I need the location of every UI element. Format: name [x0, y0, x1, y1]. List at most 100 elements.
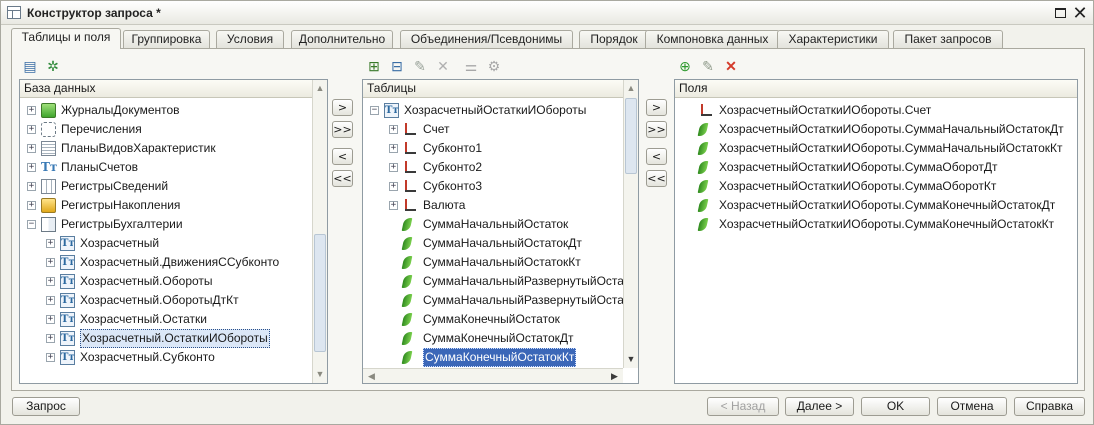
- expand-icon[interactable]: +: [46, 334, 55, 343]
- field-list-item[interactable]: ХозрасчетныйОстаткиИОбороты.СуммаНачальн…: [675, 139, 1075, 158]
- expand-icon[interactable]: +: [389, 182, 398, 191]
- help-button[interactable]: Справка: [1014, 397, 1085, 416]
- expand-icon[interactable]: +: [389, 125, 398, 134]
- database-tree-item[interactable]: + РегистрыНакопления: [20, 196, 312, 215]
- tab-characteristics[interactable]: Характеристики: [777, 30, 889, 48]
- fields-list-panel[interactable]: Поля ХозрасчетныйОстаткиИОбороты.Счет Хоз…: [674, 79, 1078, 384]
- edit-field-icon[interactable]: ✎: [700, 58, 716, 74]
- query-button[interactable]: Запрос: [12, 397, 80, 416]
- table-tree-item[interactable]: СуммаНачальныйРазвернутыйОстаток: [363, 272, 638, 291]
- database-tree-item[interactable]: + Тт ПланыСчетов: [20, 158, 312, 177]
- options-icon[interactable]: ✲: [45, 58, 61, 74]
- remove-all-fields-button[interactable]: <<: [646, 170, 667, 187]
- scroll-right-icon[interactable]: ▶: [607, 369, 622, 383]
- expand-icon[interactable]: +: [27, 125, 36, 134]
- field-list-item[interactable]: ХозрасчетныйОстаткиИОбороты.СуммаОборотК…: [675, 177, 1075, 196]
- database-tree-item[interactable]: + ЖурналыДокументов: [20, 101, 312, 120]
- expand-icon[interactable]: +: [389, 201, 398, 210]
- add-table-icon[interactable]: ⊞: [366, 58, 382, 74]
- cancel-button[interactable]: Отмена: [937, 397, 1007, 416]
- back-button[interactable]: < Назад: [707, 397, 779, 416]
- expand-icon[interactable]: +: [389, 144, 398, 153]
- table-tree-item[interactable]: + Субконто1: [363, 139, 623, 158]
- database-tree-item[interactable]: + Тт Хозрасчетный.ДвиженияССубконто: [20, 253, 312, 272]
- tables-tree-panel[interactable]: Таблицы − Тт ХозрасчетныйОстаткиИОбороты + С…: [362, 79, 639, 384]
- list-view-icon[interactable]: ▤: [22, 58, 38, 74]
- tab-conditions[interactable]: Условия: [216, 30, 284, 48]
- scroll-down-icon[interactable]: ▼: [624, 352, 638, 367]
- database-tree-item[interactable]: + ПланыВидовХарактеристик: [20, 139, 312, 158]
- expand-icon[interactable]: +: [27, 106, 36, 115]
- tab-grouping[interactable]: Группировка: [123, 30, 210, 48]
- scroll-thumb[interactable]: [625, 98, 637, 174]
- table-tree-item[interactable]: + Счет: [363, 120, 623, 139]
- tables-horizontal-scrollbar[interactable]: ◀ ▶: [363, 368, 623, 383]
- expand-icon[interactable]: +: [27, 182, 36, 191]
- table-tree-item[interactable]: СуммаНачальныйОстаток: [363, 215, 623, 234]
- tab-data-composition[interactable]: Компоновка данных: [645, 30, 780, 48]
- next-button[interactable]: Далее >: [785, 397, 854, 416]
- database-tree-item[interactable]: + Тт Хозрасчетный: [20, 234, 312, 253]
- expand-icon[interactable]: +: [27, 163, 36, 172]
- tab-order[interactable]: Порядок: [579, 30, 649, 48]
- add-field-button[interactable]: >: [646, 99, 667, 116]
- expand-icon[interactable]: +: [46, 239, 55, 248]
- database-tree-item[interactable]: + РегистрыСведений: [20, 177, 312, 196]
- expand-icon[interactable]: +: [27, 144, 36, 153]
- database-tree-item[interactable]: + Тт Хозрасчетный.Остатки: [20, 310, 312, 329]
- field-list-item[interactable]: ХозрасчетныйОстаткиИОбороты.СуммаКонечны…: [675, 215, 1075, 234]
- add-table-button[interactable]: >: [332, 99, 353, 116]
- table-tree-item[interactable]: СуммаНачальныйОстатокДт: [363, 234, 623, 253]
- field-list-item[interactable]: ХозрасчетныйОстаткиИОбороты.СуммаОборотД…: [675, 158, 1075, 177]
- add-field-icon[interactable]: ⊕: [677, 58, 693, 74]
- delete-field-icon[interactable]: ✕: [723, 58, 739, 74]
- ok-button[interactable]: OK: [861, 397, 930, 416]
- table-tree-item[interactable]: + Субконто2: [363, 158, 623, 177]
- expand-icon[interactable]: +: [46, 258, 55, 267]
- maximize-icon[interactable]: [1051, 4, 1069, 22]
- scroll-up-icon[interactable]: ▲: [313, 81, 327, 96]
- scroll-left-icon[interactable]: ◀: [364, 369, 379, 383]
- tab-query-batch[interactable]: Пакет запросов: [893, 30, 1003, 48]
- database-tree-item[interactable]: + Тт Хозрасчетный.Обороты: [20, 272, 312, 291]
- remove-all-tables-button[interactable]: <<: [332, 170, 353, 187]
- database-tree-item[interactable]: + Перечисления: [20, 120, 312, 139]
- table-tree-item[interactable]: СуммаКонечныйОстатокКт: [363, 348, 623, 367]
- database-tree-item[interactable]: − РегистрыБухгалтерии: [20, 215, 312, 234]
- expand-icon[interactable]: +: [46, 353, 55, 362]
- table-tree-item[interactable]: СуммаКонечныйОстатокДт: [363, 329, 623, 348]
- table-tree-item[interactable]: СуммаНачальныйОстатокКт: [363, 253, 623, 272]
- database-tree-item[interactable]: + Тт Хозрасчетный.ОборотыДтКт: [20, 291, 312, 310]
- expand-icon[interactable]: +: [46, 277, 55, 286]
- database-tree-item[interactable]: + Тт Хозрасчетный.Субконто: [20, 348, 312, 367]
- scroll-thumb[interactable]: [314, 234, 326, 352]
- delete-icon[interactable]: ✕: [435, 58, 451, 74]
- replace-table-icon[interactable]: ⚌: [463, 58, 479, 74]
- table-tree-item[interactable]: + Субконто3: [363, 177, 623, 196]
- tab-advanced[interactable]: Дополнительно: [291, 30, 393, 48]
- field-list-item[interactable]: ХозрасчетныйОстаткиИОбороты.СуммаКонечны…: [675, 196, 1075, 215]
- remove-field-button[interactable]: <: [646, 148, 667, 165]
- table-settings-icon[interactable]: ⚙: [486, 58, 502, 74]
- tab-unions-aliases[interactable]: Объединения/Псевдонимы: [400, 30, 573, 48]
- tables-vertical-scrollbar[interactable]: ▲ ▼: [623, 80, 638, 368]
- table-tree-item[interactable]: СуммаНачальныйРазвернутыйОстаток: [363, 291, 638, 310]
- edit-icon[interactable]: ✎: [412, 58, 428, 74]
- add-all-tables-button[interactable]: >>: [332, 121, 353, 138]
- add-all-fields-button[interactable]: >>: [646, 121, 667, 138]
- expand-icon[interactable]: +: [46, 315, 55, 324]
- tab-tables-and-fields[interactable]: Таблицы и поля: [11, 28, 121, 49]
- table-tree-item[interactable]: СуммаКонечныйОстаток: [363, 310, 623, 329]
- field-list-item[interactable]: ХозрасчетныйОстаткиИОбороты.СуммаНачальн…: [675, 120, 1075, 139]
- scroll-up-icon[interactable]: ▲: [624, 81, 638, 96]
- expand-icon[interactable]: +: [389, 163, 398, 172]
- expand-icon[interactable]: +: [27, 201, 36, 210]
- database-tree-item[interactable]: + Тт Хозрасчетный.ОстаткиИОбороты: [20, 329, 312, 348]
- field-list-item[interactable]: ХозрасчетныйОстаткиИОбороты.Счет: [675, 101, 1075, 120]
- remove-table-button[interactable]: <: [332, 148, 353, 165]
- scroll-down-icon[interactable]: ▼: [313, 367, 327, 382]
- table-tree-item[interactable]: + Валюта: [363, 196, 623, 215]
- close-icon[interactable]: ✕: [1071, 4, 1089, 22]
- add-nested-query-icon[interactable]: ⊟: [389, 58, 405, 74]
- table-tree-item[interactable]: − Тт ХозрасчетныйОстаткиИОбороты: [363, 101, 623, 120]
